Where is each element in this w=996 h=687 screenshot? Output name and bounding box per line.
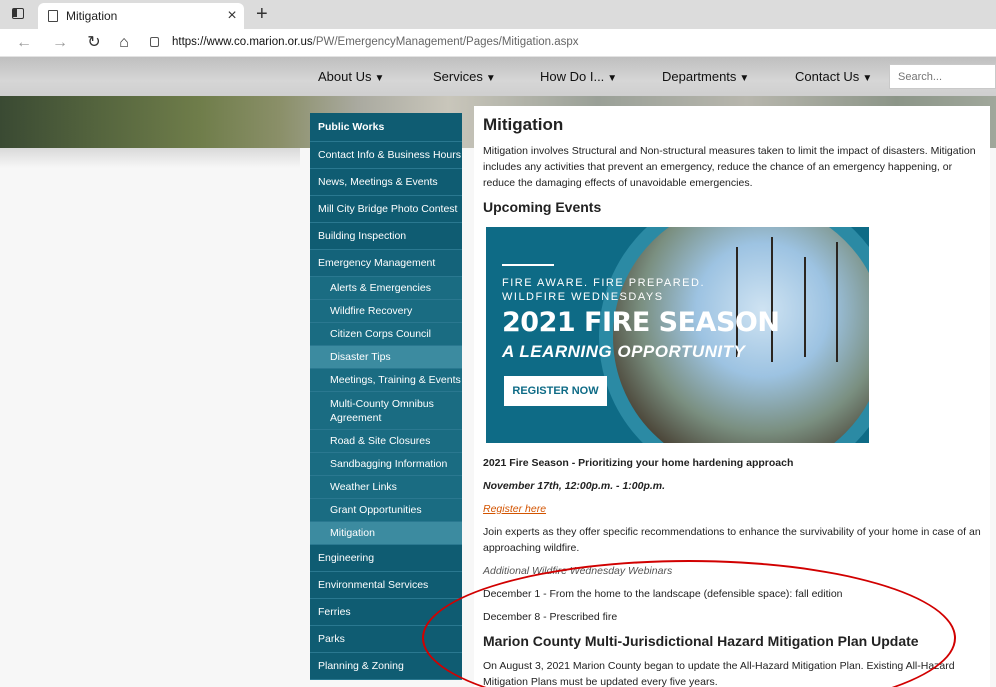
event-time: November 17th, 12:00p.m. - 1:00p.m. [483,480,666,492]
tree-trunk [804,257,806,357]
tree-trunk [736,247,738,357]
caret-down-icon: ▼ [485,73,496,84]
event-description: Join experts as they offer specific reco… [483,526,981,554]
promo-tagline-1: FIRE AWARE. FIRE PREPARED. [502,277,706,289]
caret-down-icon: ▼ [374,73,385,84]
tab-title: Mitigation [66,9,118,23]
sidebar-nav: Public Works Contact Info & Business Hou… [310,113,462,680]
sidebar-item-bridge-photo-contest[interactable]: Mill City Bridge Photo Contest [310,196,462,223]
sidebar-item-contact-info[interactable]: Contact Info & Business Hours [310,142,462,169]
sidebar-item-road-closures[interactable]: Road & Site Closures [310,430,462,453]
sidebar-item-disaster-tips[interactable]: Disaster Tips [310,346,462,369]
sidebar-item-grant-opportunities[interactable]: Grant Opportunities [310,499,462,522]
page-icon [48,10,58,22]
promo-headline: 2021 FIRE SEASON [502,307,780,338]
browser-tab-bar: Mitigation × + [0,0,996,29]
banner-fade [0,148,300,168]
menu-label: Departments [662,69,737,84]
page-title: Mitigation [483,115,564,134]
tab-actions-icon[interactable] [12,8,24,19]
browser-tab[interactable]: Mitigation × [38,3,244,29]
sidebar-item-weather-links[interactable]: Weather Links [310,476,462,499]
sidebar-item-news[interactable]: News, Meetings & Events [310,169,462,196]
url-field[interactable]: https://www.co.marion.or.us/PW/Emergency… [172,36,579,48]
menu-about-us[interactable]: About Us ▼ [318,69,384,84]
sidebar-item-building-inspection[interactable]: Building Inspection [310,223,462,250]
event-title: 2021 Fire Season - Prioritizing your hom… [483,457,794,469]
promo-rule [502,264,554,266]
register-now-button[interactable]: REGISTER NOW [504,376,607,406]
sidebar-item-mitigation[interactable]: Mitigation [310,522,462,545]
tree-trunk [836,242,838,362]
menu-label: About Us [318,69,372,84]
address-bar: ← → ↻ ⌂ https://www.co.marion.or.us/PW/E… [0,29,996,57]
menu-services[interactable]: Services ▼ [433,69,496,84]
menu-contact-us[interactable]: Contact Us ▼ [795,69,872,84]
search-input[interactable] [889,64,996,89]
sidebar-item-emergency-management[interactable]: Emergency Management [310,250,462,277]
promo-tagline-2: WILDFIRE WEDNESDAYS [502,291,664,303]
register-here-link[interactable]: Register here [483,503,546,515]
caret-down-icon: ▼ [739,73,750,84]
upcoming-events-heading: Upcoming Events [483,199,602,215]
menu-departments[interactable]: Departments ▼ [662,69,749,84]
caret-down-icon: ▼ [862,73,873,84]
sidebar-item-public-works[interactable]: Public Works [310,113,462,142]
promo-subhead: A LEARNING OPPORTUNITY [502,342,746,361]
tab-close-icon[interactable]: × [220,7,244,25]
url-host: https://www.co.marion.or.us [172,36,313,48]
new-tab-icon[interactable]: + [256,3,268,25]
home-icon[interactable]: ⌂ [114,34,134,52]
site-top-nav: About Us ▼ Services ▼ How Do I... ▼ Departm… [0,57,996,96]
menu-label: Contact Us [795,69,860,84]
tree-trunk [771,237,773,362]
fire-season-promo-banner[interactable]: FIRE AWARE. FIRE PREPARED. WILDFIRE WEDN… [486,227,869,443]
menu-how-do-i[interactable]: How Do I... ▼ [540,69,617,84]
forward-icon[interactable]: → [50,34,70,52]
caret-down-icon: ▼ [607,73,618,84]
menu-label: Services [433,69,483,84]
sidebar-item-omnibus-agreement[interactable]: Multi-County Omnibus Agreement [310,392,462,430]
sidebar-item-citizen-corps[interactable]: Citizen Corps Council [310,323,462,346]
sidebar-item-alerts[interactable]: Alerts & Emergencies [310,277,462,300]
menu-label: How Do I... [540,69,605,84]
sidebar-item-engineering[interactable]: Engineering [310,545,462,572]
intro-paragraph: Mitigation involves Structural and Non-s… [483,145,976,189]
sidebar-item-sandbagging[interactable]: Sandbagging Information [310,453,462,476]
url-path: /PW/EmergencyManagement/Pages/Mitigation… [312,36,579,48]
lock-icon[interactable] [150,37,159,47]
sidebar-item-meetings-training[interactable]: Meetings, Training & Events [310,369,462,392]
sidebar-item-environmental-services[interactable]: Environmental Services [310,572,462,599]
sidebar-item-wildfire-recovery[interactable]: Wildfire Recovery [310,300,462,323]
back-icon[interactable]: ← [14,34,34,52]
refresh-icon[interactable]: ↻ [84,34,104,52]
